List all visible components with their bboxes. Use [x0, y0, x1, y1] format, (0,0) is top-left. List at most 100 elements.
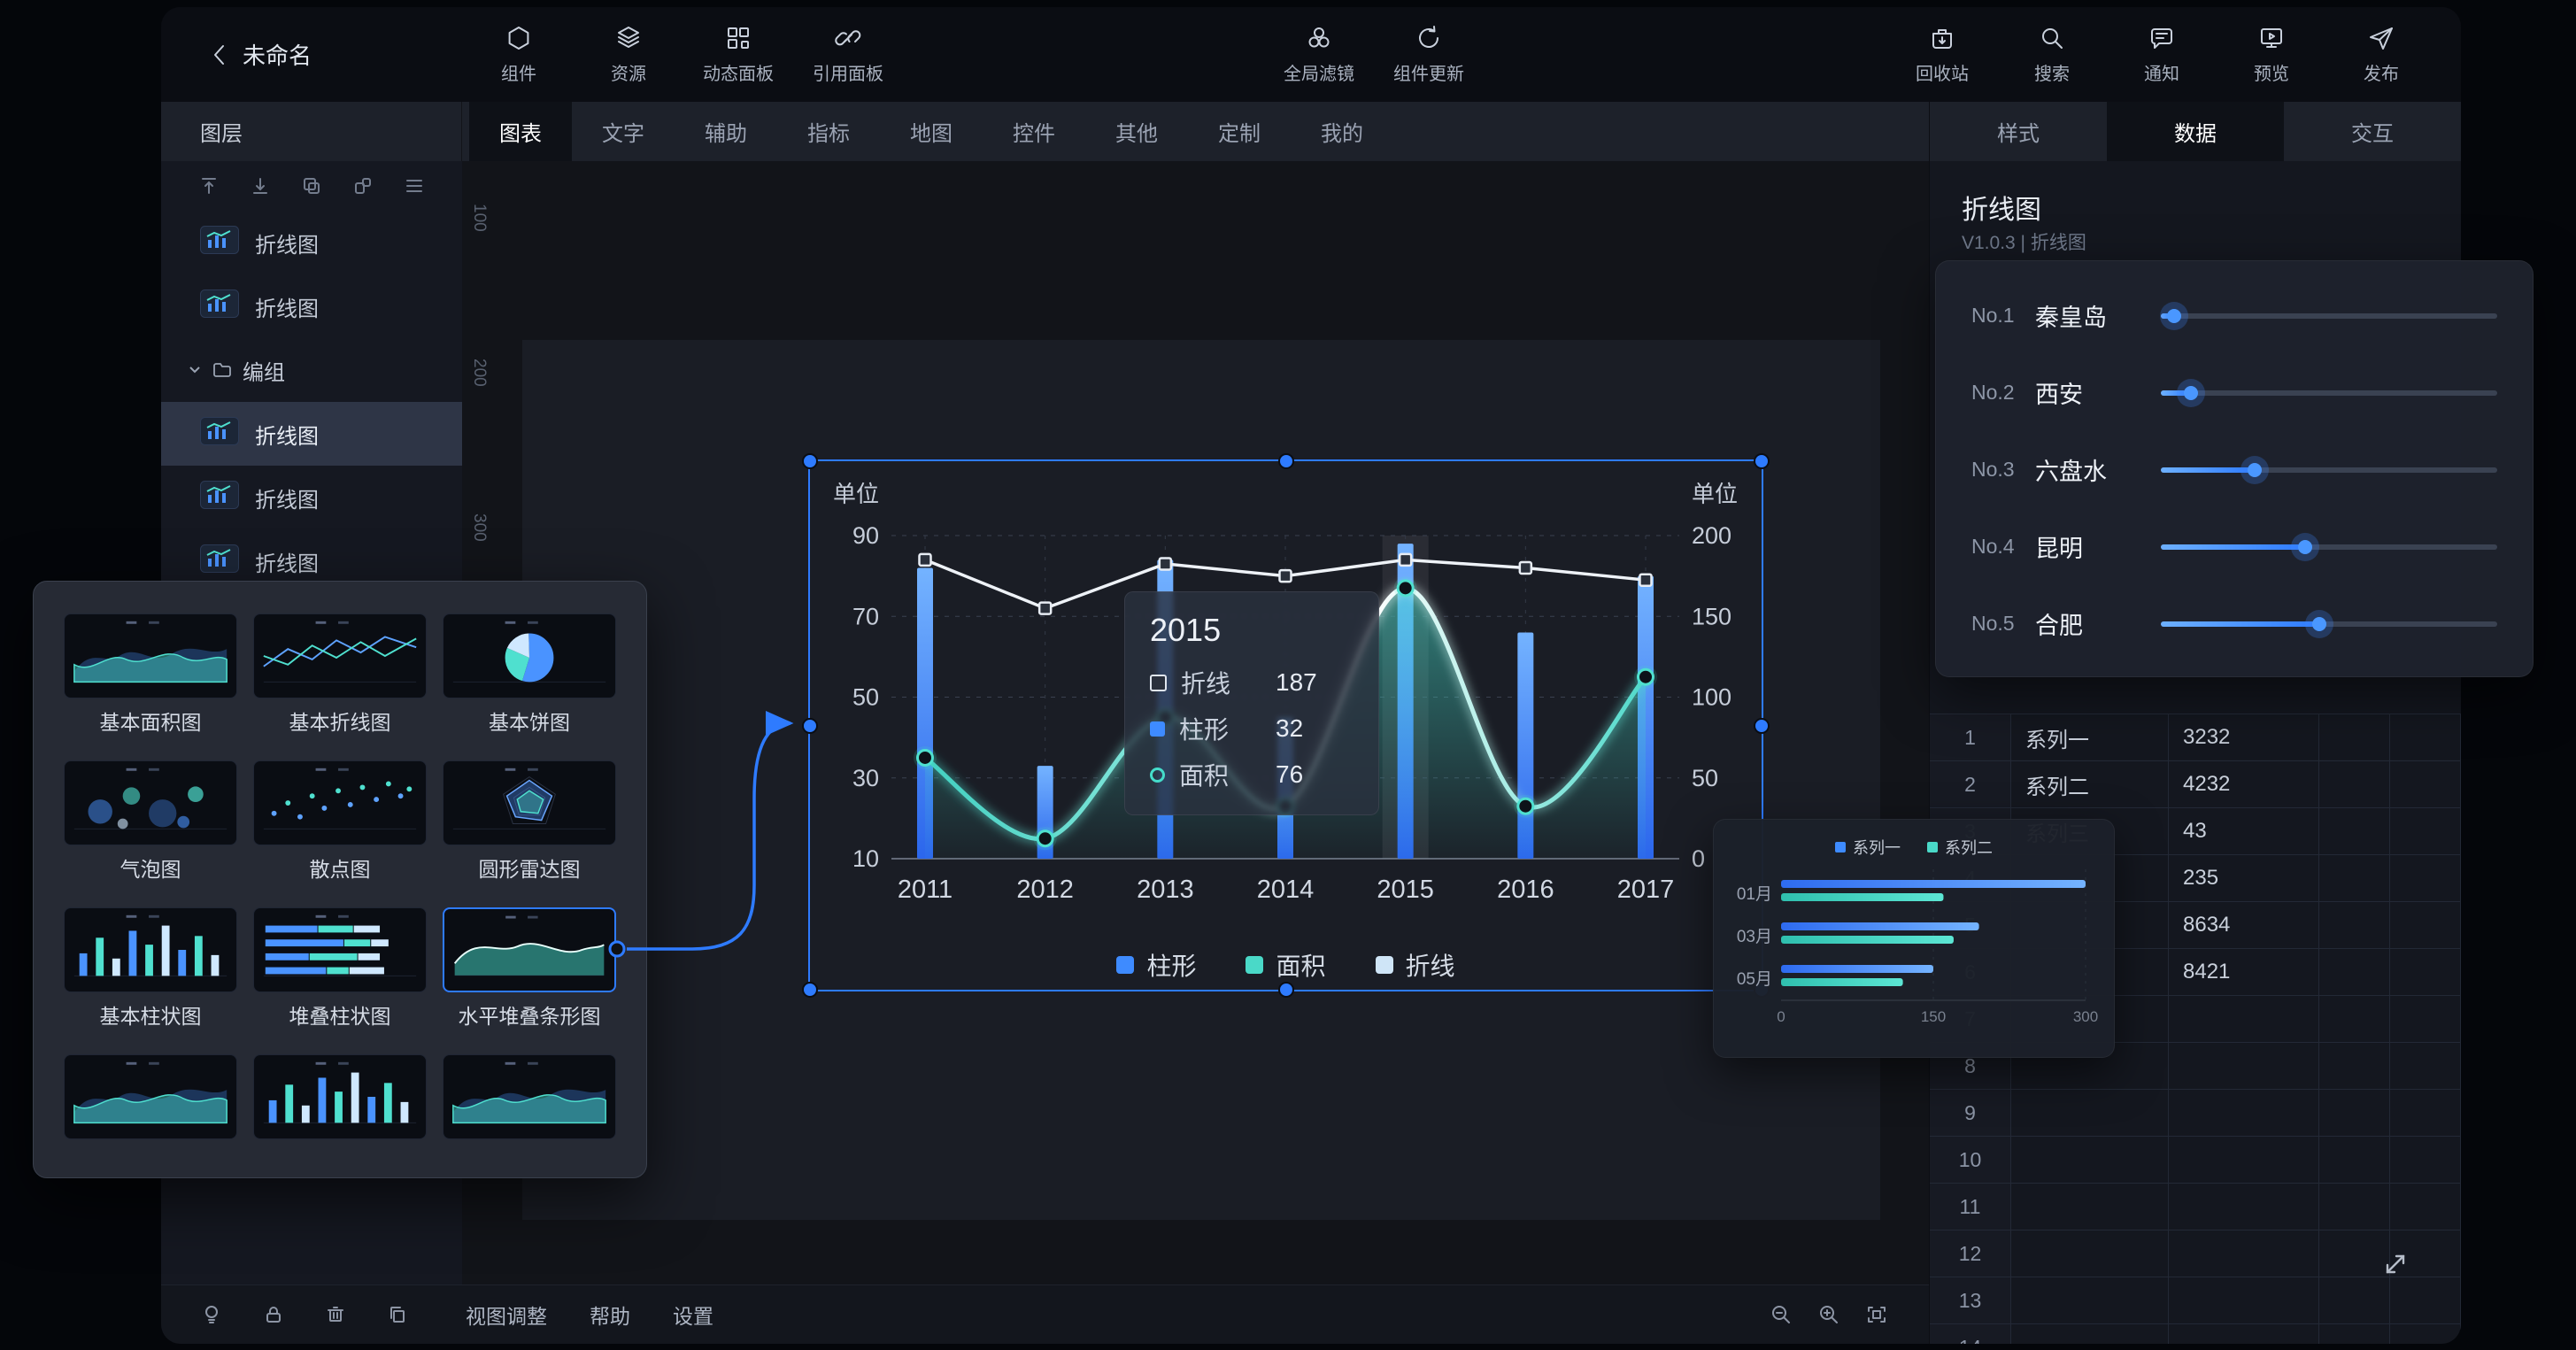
settings-button[interactable]: 设置 [673, 1300, 713, 1330]
slider-track[interactable] [2161, 467, 2497, 473]
group-icon[interactable] [301, 175, 322, 197]
series-cell[interactable]: 系列二 [2011, 761, 2169, 807]
component-tab[interactable]: 辅助 [675, 102, 777, 161]
tab-interaction[interactable]: 交互 [2284, 102, 2461, 161]
series-cell[interactable] [2011, 1184, 2169, 1230]
resize-handle-bottom-left[interactable] [802, 982, 818, 998]
value-cell[interactable] [2169, 1184, 2319, 1230]
slider-knob[interactable] [2312, 617, 2326, 631]
empty-cell[interactable] [2319, 1230, 2390, 1277]
empty-cell[interactable] [2319, 855, 2390, 901]
value-cell[interactable] [2169, 1277, 2319, 1323]
empty-cell[interactable] [2390, 1184, 2461, 1230]
empty-cell[interactable] [2390, 1043, 2461, 1089]
component-tab[interactable]: 定制 [1188, 102, 1291, 161]
library-chart-cell[interactable]: 基本折线图 [253, 613, 427, 730]
value-cell[interactable] [2169, 1324, 2319, 1344]
empty-cell[interactable] [2319, 1324, 2390, 1344]
series-cell[interactable] [2011, 1090, 2169, 1136]
value-cell[interactable] [2169, 1230, 2319, 1277]
list-icon[interactable] [404, 175, 425, 197]
value-cell[interactable] [2169, 1137, 2319, 1183]
lock-icon[interactable] [262, 1303, 285, 1326]
empty-cell[interactable] [2319, 1137, 2390, 1183]
component-tab[interactable]: 文字 [572, 102, 675, 161]
empty-cell[interactable] [2390, 761, 2461, 807]
library-chart-cell[interactable]: 气泡图 [64, 760, 237, 877]
layer-item[interactable]: 折线图 [161, 466, 462, 529]
view-adjust-button[interactable]: 视图调整 [466, 1300, 547, 1330]
empty-cell[interactable] [2319, 1090, 2390, 1136]
tips-icon[interactable] [200, 1303, 223, 1326]
slider-track[interactable] [2161, 621, 2497, 627]
resources-tool[interactable]: 资源 [574, 25, 683, 85]
global-filter-tool[interactable]: 全局滤镜 [1264, 25, 1374, 85]
empty-cell[interactable] [2319, 808, 2390, 854]
library-chart-cell[interactable]: 圆形雷达图 [443, 760, 616, 877]
zoom-in-icon[interactable] [1817, 1303, 1840, 1326]
value-cell[interactable] [2169, 1090, 2319, 1136]
empty-cell[interactable] [2390, 1137, 2461, 1183]
recycle-bin-tool[interactable]: 回收站 [1887, 25, 1997, 85]
library-chart-cell[interactable]: 基本饼图 [443, 613, 616, 730]
series-cell[interactable] [2011, 1324, 2169, 1344]
slider-track[interactable] [2161, 313, 2497, 319]
slider-knob[interactable] [2167, 309, 2181, 323]
resize-handle-bottom[interactable] [1278, 982, 1294, 998]
legend-item[interactable]: 面积 [1246, 947, 1325, 983]
layer-group-row[interactable]: 编组 [161, 338, 462, 402]
layer-item[interactable]: 折线图 [161, 402, 462, 466]
preview-tool[interactable]: 预览 [2217, 25, 2326, 85]
slider-track[interactable] [2161, 390, 2497, 396]
slider-knob[interactable] [2298, 540, 2312, 554]
zoom-out-icon[interactable] [1770, 1303, 1793, 1326]
publish-tool[interactable]: 发布 [2326, 25, 2436, 85]
empty-cell[interactable] [2319, 996, 2390, 1042]
trash-icon[interactable] [324, 1303, 347, 1326]
component-update-tool[interactable]: 组件更新 [1374, 25, 1484, 85]
series-cell[interactable]: 系列一 [2011, 714, 2169, 760]
value-cell[interactable]: 43 [2169, 808, 2319, 854]
help-button[interactable]: 帮助 [590, 1300, 630, 1330]
value-cell[interactable] [2169, 996, 2319, 1042]
empty-cell[interactable] [2390, 1090, 2461, 1136]
expand-table-icon[interactable] [2383, 1252, 2408, 1277]
library-chart-cell[interactable]: 堆叠柱状图 [253, 907, 427, 1024]
value-cell[interactable]: 235 [2169, 855, 2319, 901]
empty-cell[interactable] [2390, 1324, 2461, 1344]
empty-cell[interactable] [2390, 996, 2461, 1042]
component-tab[interactable]: 我的 [1291, 102, 1393, 161]
fit-screen-icon[interactable] [1865, 1303, 1888, 1326]
component-tab[interactable]: 控件 [983, 102, 1085, 161]
layer-item[interactable]: 折线图 [161, 274, 462, 338]
component-tab[interactable]: 指标 [777, 102, 880, 161]
slider-knob[interactable] [2184, 386, 2198, 400]
empty-cell[interactable] [2319, 949, 2390, 995]
component-tab[interactable]: 其他 [1085, 102, 1188, 161]
library-chart-cell[interactable]: 水平堆叠条形图 [443, 907, 616, 1024]
empty-cell[interactable] [2319, 714, 2390, 760]
empty-cell[interactable] [2390, 949, 2461, 995]
resize-handle-right[interactable] [1754, 718, 1770, 734]
design-canvas[interactable]: 100200300400500600700 907050301020015010… [462, 161, 1929, 1284]
tab-data[interactable]: 数据 [2107, 102, 2284, 161]
library-chart-cell[interactable]: 散点图 [253, 760, 427, 877]
notification-tool[interactable]: 通知 [2107, 25, 2217, 85]
search-tool[interactable]: 搜索 [1997, 25, 2107, 85]
empty-cell[interactable] [2319, 761, 2390, 807]
legend-item[interactable]: 折线 [1376, 947, 1455, 983]
resize-handle-top[interactable] [1278, 453, 1294, 469]
layer-item[interactable]: 折线图 [161, 211, 462, 274]
series-cell[interactable] [2011, 1230, 2169, 1277]
library-chart-cell[interactable] [443, 1054, 616, 1139]
ungroup-icon[interactable] [352, 175, 374, 197]
series-cell[interactable] [2011, 1277, 2169, 1323]
resize-handle-top-right[interactable] [1754, 453, 1770, 469]
components-tool[interactable]: 组件 [464, 25, 574, 85]
slider-knob[interactable] [2248, 463, 2262, 477]
component-tab[interactable]: 地图 [880, 102, 983, 161]
empty-cell[interactable] [2390, 808, 2461, 854]
empty-cell[interactable] [2319, 1043, 2390, 1089]
empty-cell[interactable] [2319, 1184, 2390, 1230]
value-cell[interactable]: 3232 [2169, 714, 2319, 760]
